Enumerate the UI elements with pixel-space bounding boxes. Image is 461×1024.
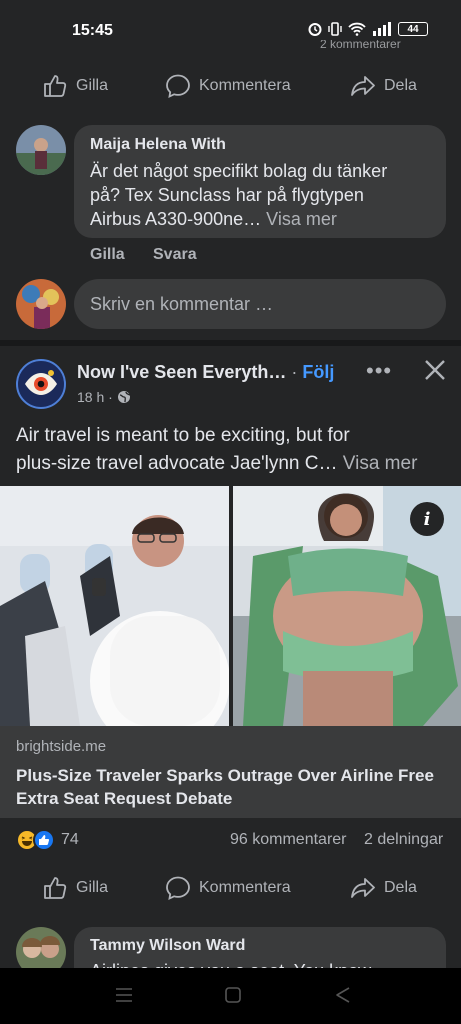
page-name[interactable]: Now I've Seen Everyth… xyxy=(77,362,286,382)
next-comment-author[interactable]: Tammy Wilson Ward xyxy=(90,937,245,955)
post-comment-button[interactable]: Kommentera xyxy=(165,875,291,901)
commenter-avatar[interactable] xyxy=(16,125,66,175)
comment-line-2: på? Tex Sunclass har på flygtypen xyxy=(90,185,364,205)
menu-icon[interactable] xyxy=(116,988,132,1002)
comment-see-more-link[interactable]: Visa mer xyxy=(266,209,337,229)
comment-line-3: Airbus A330-900ne… Visa mer xyxy=(90,207,387,231)
comments-count[interactable]: 96 kommentarer xyxy=(230,831,347,849)
post-text-line-1: Air travel is meant to be exciting, but … xyxy=(16,425,350,446)
link-preview[interactable]: brightside.me Plus-Size Traveler Sparks … xyxy=(0,726,461,818)
globe-icon xyxy=(117,391,131,403)
comment-input[interactable]: Skriv en kommentar … xyxy=(74,279,446,329)
post-see-more-link[interactable]: Visa mer xyxy=(343,453,418,474)
comment-reply-button[interactable]: Svara xyxy=(153,246,197,264)
comment-label: Kommentera xyxy=(199,77,291,94)
signal-icon xyxy=(373,22,391,36)
post-image-right[interactable]: i xyxy=(233,486,461,726)
more-options-icon[interactable]: ••• xyxy=(366,358,392,384)
post-share-button[interactable]: Dela xyxy=(350,875,417,901)
post-comment-label: Kommentera xyxy=(199,879,291,896)
like-reaction-icon xyxy=(33,829,55,851)
comment-input-placeholder: Skriv en kommentar … xyxy=(90,294,274,314)
post-image-left[interactable] xyxy=(0,486,229,726)
status-icons: 44 xyxy=(308,22,428,36)
post-text-line-2: plus-size travel advocate Jae'lynn C… Vi… xyxy=(16,450,446,478)
link-domain: brightside.me xyxy=(16,738,107,755)
share-arrow-icon xyxy=(351,76,375,96)
close-icon[interactable] xyxy=(424,359,446,381)
post-meta: 18 h · xyxy=(77,389,131,405)
post-time[interactable]: 18 h · xyxy=(77,389,113,405)
info-icon[interactable]: i xyxy=(410,502,444,536)
reactions-count: 74 xyxy=(61,831,79,848)
post-share-label: Dela xyxy=(384,879,417,896)
post-actions: Gilla Kommentera Dela xyxy=(0,866,461,910)
battery-icon: 44 xyxy=(398,22,428,36)
shares-count[interactable]: 2 delningar xyxy=(364,831,443,849)
header-separator: · xyxy=(291,362,298,382)
previous-post-actions: Gilla Kommentera Dela xyxy=(0,64,461,108)
like-button[interactable]: Gilla xyxy=(42,73,108,99)
comment-author[interactable]: Maija Helena With xyxy=(90,136,226,154)
post-divider xyxy=(0,340,461,346)
vibrate-icon xyxy=(328,22,342,36)
reactions-summary[interactable]: 74 xyxy=(16,829,79,851)
thumbs-up-icon xyxy=(44,75,67,97)
follow-button[interactable]: Följ xyxy=(302,362,334,382)
comment-bubble-icon xyxy=(166,876,190,901)
post-header-line: Now I've Seen Everyth… · Följ xyxy=(77,362,334,383)
status-bar: 2 kommentarer 15:45 44 xyxy=(0,0,461,60)
page-avatar[interactable] xyxy=(16,359,66,409)
like-label: Gilla xyxy=(76,77,109,94)
comment-bubble-icon xyxy=(166,74,190,99)
comment-like-button[interactable]: Gilla xyxy=(90,246,125,264)
home-icon[interactable] xyxy=(225,987,241,1003)
system-nav-bar xyxy=(0,968,461,1024)
comment-button[interactable]: Kommentera xyxy=(165,73,291,99)
comment-text: Är det något specifikt bolag du tänker p… xyxy=(90,159,387,231)
comment-line-3-text: Airbus A330-900ne… xyxy=(90,209,262,229)
post-text-line-2-text: plus-size travel advocate Jae'lynn C… xyxy=(16,453,338,474)
share-label: Dela xyxy=(384,77,417,94)
back-icon[interactable] xyxy=(335,987,351,1003)
share-arrow-icon xyxy=(351,878,375,898)
post-text: Air travel is meant to be exciting, but … xyxy=(16,422,446,478)
alarm-icon xyxy=(308,23,322,36)
clipped-comment-count: 2 kommentarer xyxy=(320,40,401,48)
post-like-label: Gilla xyxy=(76,879,109,896)
post-like-button[interactable]: Gilla xyxy=(42,875,108,901)
comment-bubble: Maija Helena With Är det något specifikt… xyxy=(74,125,446,238)
wifi-icon xyxy=(348,22,366,36)
thumbs-up-icon xyxy=(44,877,67,899)
current-user-avatar[interactable] xyxy=(16,279,66,329)
status-time: 15:45 xyxy=(72,22,113,39)
share-button[interactable]: Dela xyxy=(350,73,417,99)
link-title: Plus-Size Traveler Sparks Outrage Over A… xyxy=(16,766,434,808)
comment-line-1: Är det något specifikt bolag du tänker xyxy=(90,161,388,181)
